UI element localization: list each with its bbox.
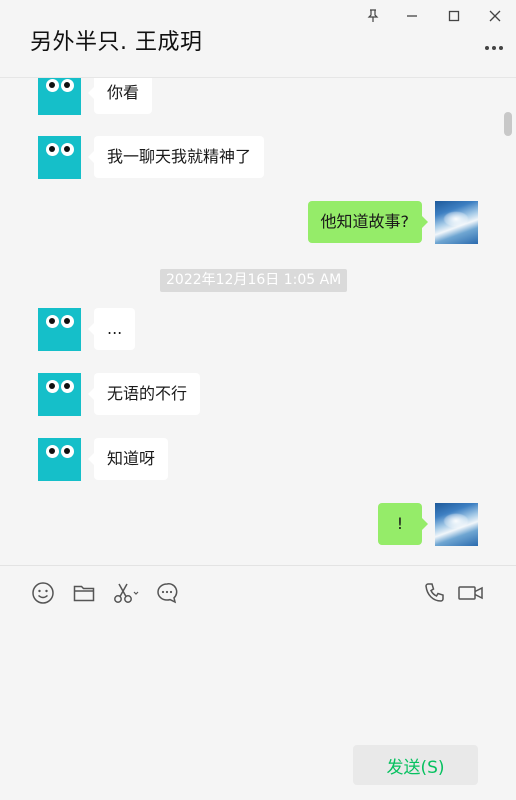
video-call-icon[interactable] bbox=[457, 580, 485, 606]
message-list[interactable]: 你看 我一聊天我就精神了 他知道故事? 2022年12月16日 1:05 AM … bbox=[0, 78, 516, 566]
contact-avatar[interactable] bbox=[38, 438, 81, 481]
message-bubble-incoming[interactable]: 我一聊天我就精神了 bbox=[87, 136, 265, 178]
contact-avatar[interactable] bbox=[38, 308, 81, 351]
message-timestamp: 2022年12月16日 1:05 AM bbox=[160, 269, 348, 292]
send-button[interactable]: 发送(S) bbox=[353, 745, 478, 785]
close-icon[interactable] bbox=[483, 4, 507, 28]
more-options-icon[interactable] bbox=[482, 38, 506, 58]
folder-icon[interactable] bbox=[71, 580, 97, 606]
message-bubble-outgoing[interactable]: 他知道故事? bbox=[307, 201, 428, 243]
chat-title: 另外半只. 王成玥 bbox=[30, 30, 203, 55]
contact-avatar[interactable] bbox=[38, 78, 81, 115]
chat-history-icon[interactable] bbox=[154, 580, 180, 606]
emoji-icon[interactable] bbox=[30, 580, 56, 606]
message-bubble-incoming[interactable]: 你看 bbox=[87, 78, 153, 114]
pin-icon[interactable] bbox=[361, 4, 385, 28]
message-bubble-incoming[interactable]: ... bbox=[87, 308, 136, 350]
message-input[interactable] bbox=[30, 616, 490, 736]
message-bubble-incoming[interactable]: 无语的不行 bbox=[87, 373, 201, 415]
title-bar: 另外半只. 王成玥 bbox=[0, 0, 516, 78]
minimize-icon[interactable] bbox=[400, 4, 424, 28]
scissors-icon[interactable] bbox=[112, 580, 140, 606]
contact-avatar[interactable] bbox=[38, 373, 81, 416]
phone-call-icon[interactable] bbox=[422, 580, 448, 606]
contact-avatar[interactable] bbox=[38, 136, 81, 179]
maximize-icon[interactable] bbox=[442, 4, 466, 28]
message-bubble-incoming[interactable]: 知道呀 bbox=[87, 438, 169, 480]
my-avatar[interactable] bbox=[435, 503, 478, 546]
scrollbar-thumb[interactable] bbox=[504, 112, 512, 136]
message-bubble-outgoing[interactable]: ! bbox=[378, 503, 428, 545]
my-avatar[interactable] bbox=[435, 201, 478, 244]
